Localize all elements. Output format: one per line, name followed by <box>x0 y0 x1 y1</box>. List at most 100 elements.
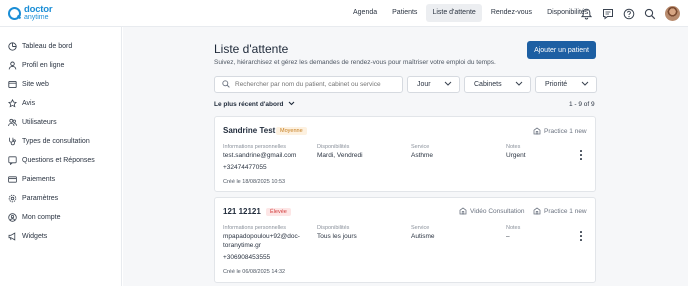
availability-value: Tous les jours <box>317 233 357 240</box>
notes-value: – <box>506 233 510 240</box>
consultation-type-label: Vidéo Consultation <box>470 207 525 215</box>
sidebar-item-dashboard[interactable]: Tableau de bord <box>8 40 72 52</box>
sidebar-item-settings[interactable]: Paramètres <box>8 192 58 204</box>
service-label: Service <box>411 144 430 150</box>
availability-value: Mardi, Vendredi <box>317 152 363 159</box>
logo-text-doctor: doctor <box>24 3 53 15</box>
cabinets-filter[interactable]: Cabinets <box>464 76 531 93</box>
created-date: Créé le 06/08/2025 14:32 <box>223 269 286 275</box>
logo-icon <box>8 6 21 20</box>
building-icon <box>459 207 467 215</box>
practice-label: Practice 1 new <box>544 207 587 215</box>
sidebar-item-label: Types de consultation <box>22 137 90 145</box>
priority-filter[interactable]: Priorité <box>535 76 597 93</box>
logo-text-anytime: anytime <box>24 13 49 21</box>
chevron-down-icon <box>288 101 295 108</box>
search-icon <box>222 79 230 90</box>
sidebar-item-reviews[interactable]: Avis <box>8 97 35 109</box>
qa-icon <box>8 155 17 165</box>
main-content: Liste d'attente Suivez, hiérarchisez et … <box>123 27 688 286</box>
top-navigation: doctor anytime Agenda Patients Liste d'a… <box>0 0 688 27</box>
patient-phone: +306908453555 <box>223 254 271 261</box>
sidebar-item-widgets[interactable]: Widgets <box>8 230 47 242</box>
chevron-down-icon <box>581 81 589 88</box>
sidebar-item-label: Tableau de bord <box>22 42 73 50</box>
main-nav: Agenda Patients Liste d'attente Rendez-v… <box>347 4 597 22</box>
help-icon[interactable] <box>622 7 635 20</box>
day-filter[interactable]: Jour <box>407 76 460 93</box>
nav-agenda[interactable]: Agenda <box>347 4 383 22</box>
patient-name[interactable]: Sandrine Test <box>223 126 275 135</box>
sidebar-item-qa[interactable]: Questions et Réponses <box>8 154 95 166</box>
user-icon <box>8 61 17 70</box>
patient-email-line2: toranytime.gr <box>223 242 261 249</box>
practice-tag: Practice 1 new <box>533 127 587 135</box>
sidebar-item-account[interactable]: Mon compte <box>8 211 61 223</box>
waiting-list-card[interactable]: Sandrine Test Moyenne Practice 1 new Inf… <box>214 116 596 192</box>
avatar[interactable] <box>665 6 680 21</box>
sidebar-item-profile[interactable]: Profil en ligne <box>8 59 64 71</box>
gear-icon <box>8 194 17 203</box>
service-label: Service <box>411 225 430 231</box>
cabinets-filter-label: Cabinets <box>474 81 502 88</box>
patient-email: test.sandrine@gmail.com <box>223 152 297 159</box>
search-box[interactable] <box>214 76 403 93</box>
building-icon <box>533 207 541 215</box>
practice-tag: Practice 1 new <box>533 207 587 215</box>
sidebar-item-label: Widgets <box>22 232 48 240</box>
globe-icon <box>8 80 17 89</box>
chevron-down-icon <box>444 81 452 88</box>
more-options-icon[interactable] <box>579 231 583 241</box>
sidebar-item-payments[interactable]: Paiements <box>8 173 55 185</box>
service-value: Autisme <box>411 233 435 240</box>
priority-badge: Moyenne <box>276 127 307 135</box>
stethoscope-icon <box>8 137 17 146</box>
more-options-icon[interactable] <box>579 150 583 160</box>
availability-label: Disponibilités <box>317 225 350 231</box>
search-icon[interactable] <box>643 7 656 20</box>
users-icon <box>8 118 17 127</box>
chevron-down-icon <box>515 81 523 88</box>
waiting-list-card[interactable]: 121 12121 Élevée Vidéo Consultation Prac… <box>214 197 596 283</box>
patient-phone: +32474477055 <box>223 164 267 171</box>
day-filter-label: Jour <box>417 81 431 88</box>
sidebar-item-label: Paramètres <box>22 194 59 202</box>
sidebar-item-label: Paiements <box>22 175 56 183</box>
notes-label: Notes <box>506 144 521 150</box>
sidebar-item-users[interactable]: Utilisateurs <box>8 116 57 128</box>
sidebar: Tableau de bord Profil en ligne Site web… <box>0 27 122 286</box>
sidebar-item-label: Avis <box>22 99 36 107</box>
nav-patients[interactable]: Patients <box>386 4 423 22</box>
sidebar-item-consultation-types[interactable]: Types de consultation <box>8 135 90 147</box>
availability-label: Disponibilités <box>317 144 350 150</box>
bell-icon[interactable] <box>580 7 593 20</box>
patient-email-line1: mpapadopoulou+92@doc- <box>223 233 300 240</box>
notes-value: Urgent <box>506 152 526 159</box>
info-label: Informations personnelles <box>223 144 286 150</box>
sidebar-item-label: Site web <box>22 80 49 88</box>
results-count: 1 - 9 of 9 <box>569 101 595 108</box>
building-icon <box>533 127 541 135</box>
sidebar-item-label: Questions et Réponses <box>22 156 95 164</box>
sidebar-item-label: Mon compte <box>22 213 61 221</box>
star-icon <box>8 98 17 108</box>
sidebar-item-label: Utilisateurs <box>22 118 57 126</box>
card-icon <box>8 175 17 184</box>
priority-badge: Élevée <box>266 208 291 216</box>
sidebar-item-website[interactable]: Site web <box>8 78 49 90</box>
priority-filter-label: Priorité <box>545 81 568 88</box>
page-title: Liste d'attente <box>214 42 289 56</box>
add-patient-button[interactable]: Ajouter un patient <box>527 41 596 59</box>
search-input[interactable] <box>235 81 400 88</box>
consultation-type-tag: Vidéo Consultation <box>459 207 524 215</box>
sort-dropdown[interactable]: Le plus récent d'abord <box>214 101 295 108</box>
service-value: Asthme <box>411 152 434 159</box>
patient-name[interactable]: 121 12121 <box>223 207 261 216</box>
chat-icon[interactable] <box>601 7 614 20</box>
created-date: Créé le 18/08/2025 10:53 <box>223 179 286 185</box>
doctoranytime-logo[interactable]: doctor anytime <box>8 3 53 22</box>
sort-label: Le plus récent d'abord <box>214 101 284 108</box>
nav-waiting-list[interactable]: Liste d'attente <box>426 4 482 22</box>
nav-appointments[interactable]: Rendez-vous <box>485 4 538 22</box>
notes-label: Notes <box>506 225 521 231</box>
